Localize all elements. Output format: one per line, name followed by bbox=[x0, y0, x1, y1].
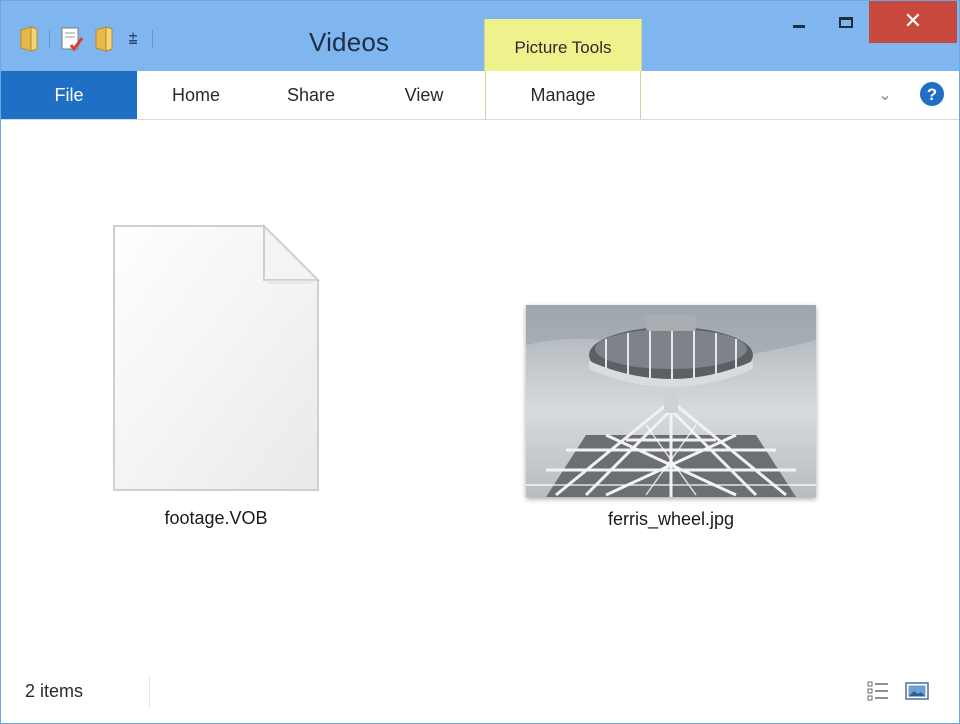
folder-icon bbox=[19, 26, 39, 52]
tab-view[interactable]: View bbox=[379, 71, 469, 119]
new-folder-icon[interactable] bbox=[94, 26, 114, 52]
properties-icon[interactable] bbox=[60, 26, 84, 52]
ribbon-tabs: File Home Share View Manage ⌄ ? bbox=[1, 71, 959, 120]
maximize-icon bbox=[839, 16, 853, 28]
svg-text:?: ? bbox=[927, 85, 937, 104]
tab-home[interactable]: Home bbox=[151, 71, 241, 119]
customize-toolbar-dropdown[interactable]: ⩲ bbox=[124, 30, 142, 48]
minimize-icon bbox=[793, 24, 805, 28]
expand-ribbon-chevron-icon[interactable]: ⌄ bbox=[873, 82, 897, 106]
quick-access-toolbar: ⩲ bbox=[19, 23, 153, 55]
generic-document-icon bbox=[113, 223, 321, 491]
close-button[interactable]: ✕ bbox=[869, 1, 957, 43]
item-count: 2 items bbox=[25, 681, 84, 701]
details-view-icon[interactable] bbox=[867, 681, 889, 701]
status-separator bbox=[149, 677, 150, 707]
explorer-window: ⩲ Videos Picture Tools ✕ File Home Share… bbox=[0, 0, 960, 724]
title-bar[interactable]: ⩲ Videos Picture Tools ✕ bbox=[1, 1, 959, 71]
tab-manage[interactable]: Manage bbox=[485, 71, 641, 119]
file-item-ferris-wheel-jpg[interactable]: ferris_wheel.jpg bbox=[496, 305, 846, 530]
picture-tools-context-header: Picture Tools bbox=[484, 19, 642, 71]
toolbar-separator bbox=[49, 30, 50, 48]
file-name-label: ferris_wheel.jpg bbox=[607, 509, 735, 529]
maximize-button[interactable] bbox=[823, 1, 869, 43]
tab-file[interactable]: File bbox=[1, 71, 137, 119]
file-name-label: footage.VOB bbox=[164, 508, 268, 528]
close-icon: ✕ bbox=[903, 9, 923, 34]
file-item-footage-vob[interactable]: footage.VOB bbox=[91, 220, 341, 529]
image-thumbnail bbox=[526, 305, 816, 497]
large-icons-view-icon[interactable] bbox=[905, 681, 929, 701]
file-list-area[interactable]: footage.VOB ferris_wheel.jpg bbox=[1, 120, 959, 660]
tab-share[interactable]: Share bbox=[266, 71, 356, 119]
help-icon[interactable]: ? bbox=[919, 81, 945, 107]
minimize-button[interactable] bbox=[776, 1, 822, 43]
window-title: Videos bbox=[309, 27, 390, 57]
context-tab-label: Picture Tools bbox=[514, 38, 612, 57]
toolbar-separator bbox=[152, 30, 153, 48]
status-bar: 2 items bbox=[1, 661, 959, 723]
